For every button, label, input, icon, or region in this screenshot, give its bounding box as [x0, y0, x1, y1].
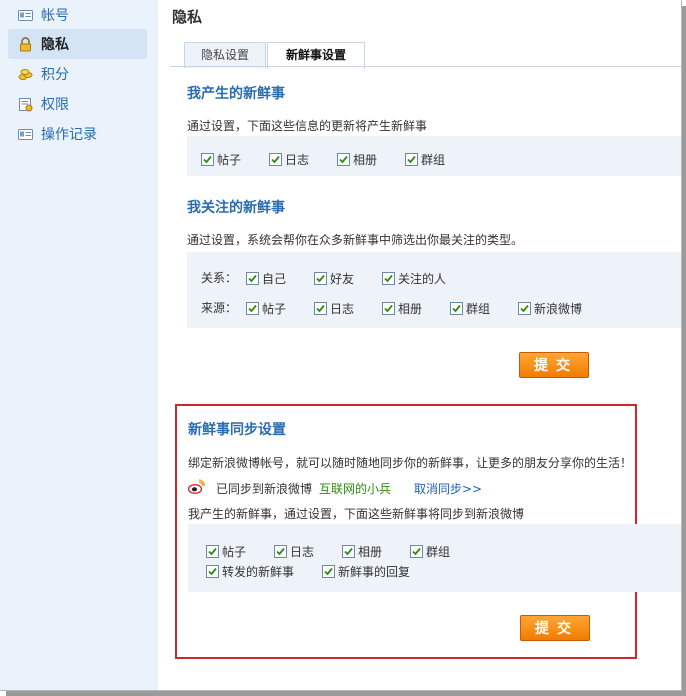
- sync-status-text: 已同步到新浪微博: [216, 482, 313, 496]
- lock-icon: [20, 36, 31, 51]
- source-checkbox-album[interactable]: 相册: [382, 300, 422, 317]
- sidebar-item-label: 操作记录: [41, 127, 97, 143]
- sidebar-item-label: 帐号: [41, 8, 69, 24]
- sync-sub-description: 我产生的新鲜事，通过设置，下面这些新鲜事将同步到新浪微博: [188, 507, 525, 521]
- produce-checkbox-group[interactable]: 群组: [405, 151, 445, 168]
- checkbox[interactable]: [518, 302, 531, 315]
- sidebar-item-log[interactable]: 操作记录: [8, 119, 147, 149]
- follow-section-title: 我关注的新鲜事: [187, 200, 285, 216]
- source-checkbox-posts[interactable]: 帖子: [246, 300, 286, 317]
- sidebar-item-privacy[interactable]: 隐私: [8, 29, 147, 59]
- page-title: 隐私: [172, 8, 203, 26]
- sidebar-item-label: 积分: [41, 67, 69, 83]
- sync-checkbox-album[interactable]: 相册: [342, 543, 382, 560]
- sidebar-item-label: 权限: [41, 97, 69, 113]
- relation-checkbox-self[interactable]: 自己: [246, 270, 286, 287]
- relation-checkbox-friends[interactable]: 好友: [314, 270, 354, 287]
- window-shadow: [682, 6, 686, 696]
- follow-description: 通过设置，系统会帮你在众多新鲜事中筛选出你最关注的类型。: [187, 233, 524, 247]
- checkbox[interactable]: [314, 302, 327, 315]
- produce-checkbox-album[interactable]: 相册: [337, 151, 377, 168]
- sidebar: 帐号 隐私 积分 权限 操作记录: [0, 0, 158, 690]
- produce-checkbox-posts[interactable]: 帖子: [201, 151, 241, 168]
- produce-section-title: 我产生的新鲜事: [187, 86, 285, 102]
- tab-divider: [170, 66, 681, 67]
- sidebar-item-account[interactable]: 帐号: [8, 0, 147, 30]
- relation-checkbox-following[interactable]: 关注的人: [382, 270, 446, 287]
- sync-checkbox-forwarded[interactable]: 转发的新鲜事: [206, 563, 294, 580]
- checkbox[interactable]: [322, 565, 335, 578]
- sync-section-title: 新鲜事同步设置: [188, 422, 286, 438]
- sync-checkbox-blog[interactable]: 日志: [274, 543, 314, 560]
- sync-submit-button[interactable]: 提交: [520, 615, 590, 641]
- produce-checkbox-blog[interactable]: 日志: [269, 151, 309, 168]
- checkbox[interactable]: [405, 153, 418, 166]
- checkbox[interactable]: [206, 565, 219, 578]
- checkbox[interactable]: [410, 545, 423, 558]
- checkbox[interactable]: [269, 153, 282, 166]
- source-checkbox-weibo[interactable]: 新浪微博: [518, 300, 582, 317]
- sidebar-item-points[interactable]: 积分: [8, 59, 147, 89]
- weibo-icon: [188, 479, 205, 494]
- checkbox[interactable]: [382, 272, 395, 285]
- sync-account-link[interactable]: 互联网的小兵: [319, 480, 391, 497]
- tab-feed-settings[interactable]: 新鲜事设置: [267, 42, 365, 69]
- sync-checkbox-posts[interactable]: 帖子: [206, 543, 246, 560]
- checkbox[interactable]: [246, 272, 259, 285]
- sync-checkbox-group[interactable]: 群组: [410, 543, 450, 560]
- checkbox[interactable]: [201, 153, 214, 166]
- coins-icon: [18, 68, 33, 80]
- relation-label: 关系：: [201, 271, 238, 285]
- checkbox[interactable]: [342, 545, 355, 558]
- permission-icon: [19, 97, 33, 111]
- checkbox[interactable]: [206, 545, 219, 558]
- source-label: 来源：: [201, 301, 238, 315]
- window-shadow: [6, 691, 686, 696]
- window-frame: 帐号 隐私 积分 权限 操作记录 隐私 隐私设置 新鲜事设置 我产生的新鲜事 通…: [0, 0, 682, 691]
- account-card-icon: [18, 9, 33, 21]
- source-checkbox-blog[interactable]: 日志: [314, 300, 354, 317]
- checkbox[interactable]: [274, 545, 287, 558]
- sidebar-item-permission[interactable]: 权限: [8, 89, 147, 119]
- produce-description: 通过设置，下面这些信息的更新将产生新鲜事: [187, 119, 428, 133]
- checkbox[interactable]: [450, 302, 463, 315]
- main-content: 隐私 隐私设置 新鲜事设置 我产生的新鲜事 通过设置，下面这些信息的更新将产生新…: [158, 0, 681, 690]
- checkbox[interactable]: [314, 272, 327, 285]
- tab-privacy-settings[interactable]: 隐私设置: [184, 42, 266, 68]
- sync-description: 绑定新浪微博帐号，就可以随时随地同步你的新鲜事，让更多的朋友分享你的生活！: [188, 456, 633, 470]
- checkbox[interactable]: [337, 153, 350, 166]
- cancel-sync-link[interactable]: 取消同步>>: [414, 480, 482, 497]
- source-checkbox-group[interactable]: 群组: [450, 300, 490, 317]
- log-card-icon: [18, 128, 33, 140]
- follow-submit-button[interactable]: 提交: [519, 352, 589, 378]
- checkbox[interactable]: [246, 302, 259, 315]
- sidebar-item-label: 隐私: [41, 37, 69, 53]
- checkbox[interactable]: [382, 302, 395, 315]
- sync-checkbox-replies[interactable]: 新鲜事的回复: [322, 563, 410, 580]
